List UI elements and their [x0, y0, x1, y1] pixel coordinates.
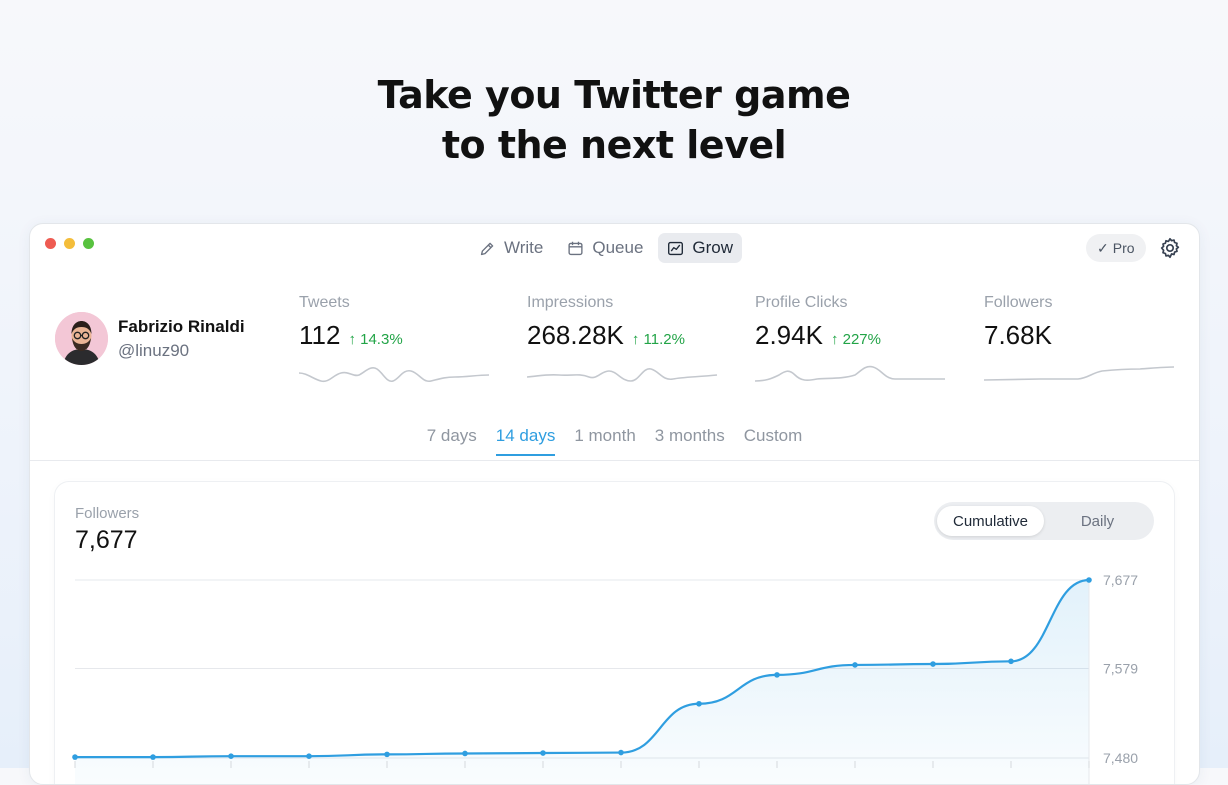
range-1-month[interactable]: 1 month: [574, 426, 635, 456]
followers-chart-panel: Followers 7,677 Cumulative Daily 7,677 7,…: [55, 482, 1174, 784]
sparkline-tweets: [299, 367, 490, 383]
divider: [30, 460, 1199, 461]
profile-name: Fabrizio Rinaldi: [118, 316, 245, 336]
data-point: [852, 662, 858, 668]
profile-card: Fabrizio Rinaldi @linuz90: [55, 312, 245, 365]
pro-label: Pro: [1112, 240, 1135, 256]
stat-label: Profile Clicks: [755, 294, 848, 311]
minimize-window-button[interactable]: [64, 238, 75, 249]
nav-grow[interactable]: Grow: [658, 233, 743, 263]
data-point: [930, 661, 936, 667]
sparkline-impressions: [527, 368, 718, 382]
stat-change-value: 227%: [842, 331, 881, 348]
data-point: [306, 753, 312, 759]
nav-queue[interactable]: Queue: [558, 233, 652, 263]
data-point: [462, 750, 468, 757]
stat-value: 7.68K: [984, 320, 1052, 350]
pro-badge[interactable]: ✓ Pro: [1086, 234, 1146, 262]
stat-impressions[interactable]: Impressions 268.28K ↑ 11.2%: [527, 294, 719, 391]
stat-value: 268.28K: [527, 320, 624, 350]
top-nav: Write Queue Grow: [470, 233, 743, 263]
arrow-up-icon: ↑: [348, 331, 356, 348]
y-tick-label: 7,579: [1103, 661, 1138, 677]
pencil-icon: [480, 242, 494, 255]
chart-icon: [668, 241, 684, 255]
stat-tweets[interactable]: Tweets 112 ↑ 14.3%: [299, 294, 491, 391]
chart-value: 7,677: [75, 526, 138, 554]
app-window: Write Queue Grow ✓ Pro Fabrizio Rinaldi …: [29, 223, 1200, 785]
stat-change-value: 14.3%: [360, 331, 403, 348]
toggle-cumulative[interactable]: Cumulative: [937, 506, 1044, 536]
nav-write[interactable]: Write: [470, 233, 552, 263]
data-point: [228, 753, 234, 759]
stat-change-value: 11.2%: [643, 331, 685, 348]
stat-change: ↑ 227%: [831, 331, 881, 348]
check-icon: ✓: [1097, 239, 1109, 256]
stat-followers[interactable]: Followers 7.68K: [984, 294, 1176, 391]
stat-profile-clicks[interactable]: Profile Clicks 2.94K ↑ 227%: [755, 294, 947, 391]
followers-chart: 7,677 7,579 7,480: [72, 572, 1138, 784]
profile-handle: @linuz90: [118, 340, 190, 360]
nav-write-label: Write: [504, 238, 544, 257]
arrow-up-icon: ↑: [631, 331, 640, 348]
window-controls: [45, 238, 94, 249]
stat-label: Impressions: [527, 294, 614, 311]
data-point: [540, 750, 546, 756]
avatar-illustration: [55, 312, 108, 365]
data-point: [150, 754, 156, 760]
sparkline-profile-clicks: [755, 365, 945, 382]
hero-headline: Take you Twitter game to the next level: [0, 70, 1228, 170]
toggle-daily[interactable]: Daily: [1044, 506, 1151, 536]
sparkline-followers: [984, 366, 1175, 381]
data-point: [1086, 577, 1092, 583]
range-custom[interactable]: Custom: [744, 426, 803, 456]
settings-gear-icon[interactable]: [1158, 236, 1182, 260]
stat-value: 112: [299, 320, 341, 350]
stat-change: ↑ 11.2%: [632, 331, 685, 348]
headline-line-1: Take you Twitter game: [377, 73, 851, 117]
range-7-days[interactable]: 7 days: [427, 426, 477, 456]
nav-grow-label: Grow: [692, 238, 734, 257]
y-tick-label: 7,480: [1103, 750, 1138, 766]
nav-queue-label: Queue: [592, 238, 644, 257]
chart-mode-toggle: Cumulative Daily: [934, 502, 1154, 540]
chart-label: Followers: [75, 505, 140, 522]
stat-change: ↑ 14.3%: [348, 331, 402, 348]
profile-text: Fabrizio Rinaldi @linuz90: [118, 317, 245, 361]
data-point: [618, 749, 624, 756]
y-tick-label: 7,677: [1103, 572, 1138, 588]
date-range-tabs: 7 days 14 days 1 month 3 months Custom: [30, 426, 1199, 456]
data-point: [384, 751, 390, 758]
data-point: [696, 700, 702, 707]
avatar[interactable]: [55, 312, 108, 365]
stat-label: Tweets: [299, 294, 350, 311]
data-point: [774, 672, 780, 678]
range-3-months[interactable]: 3 months: [655, 426, 725, 456]
range-14-days[interactable]: 14 days: [495, 426, 556, 456]
data-point: [1008, 658, 1014, 665]
stat-label: Followers: [984, 294, 1053, 311]
headline-line-2: to the next level: [441, 123, 787, 167]
chart-area: [75, 580, 1089, 784]
close-window-button[interactable]: [45, 238, 56, 249]
stat-value: 2.94K: [755, 320, 823, 350]
data-point: [72, 754, 78, 760]
calendar-icon: [568, 241, 583, 255]
arrow-up-icon: ↑: [830, 331, 839, 348]
zoom-window-button[interactable]: [83, 238, 94, 249]
